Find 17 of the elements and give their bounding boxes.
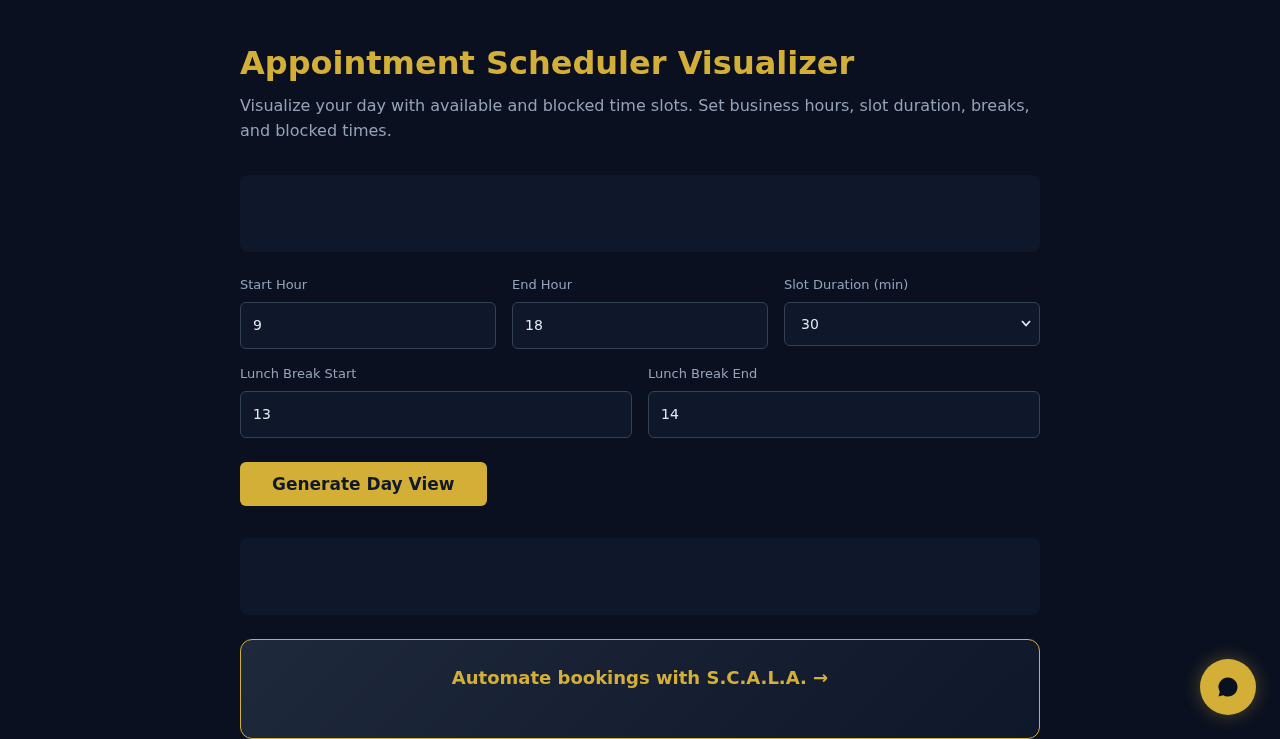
input-field[interactable]: 14 bbox=[648, 390, 1040, 438]
input-field[interactable]: 9 bbox=[240, 301, 496, 349]
field-label: Lunch Break End bbox=[648, 365, 759, 382]
page-title: Appointment Scheduler Visualizer bbox=[240, 45, 856, 82]
field-label: Start Hour bbox=[240, 276, 309, 293]
field-label: Slot Duration (min) bbox=[784, 276, 910, 293]
field-label: End Hour bbox=[512, 276, 574, 293]
generate-button[interactable]: Generate Day View bbox=[240, 461, 487, 507]
chat-bubble-icon bbox=[1217, 676, 1239, 698]
dropdown-field[interactable]: 30 bbox=[784, 301, 1040, 346]
chevron-down-icon bbox=[1021, 320, 1031, 328]
promo-link[interactable]: Automate bookings with S.C.A.L.A. → bbox=[240, 639, 1040, 739]
input-field[interactable]: 18 bbox=[512, 301, 768, 349]
chat-button[interactable] bbox=[1200, 659, 1256, 715]
page-description: Visualize your day with available and blocked time slots. Set business hours, slot duration, breaks, and blocked times. bbox=[240, 95, 1031, 142]
field-label: Lunch Break Start bbox=[240, 365, 358, 382]
input-field[interactable]: 13 bbox=[240, 390, 632, 438]
